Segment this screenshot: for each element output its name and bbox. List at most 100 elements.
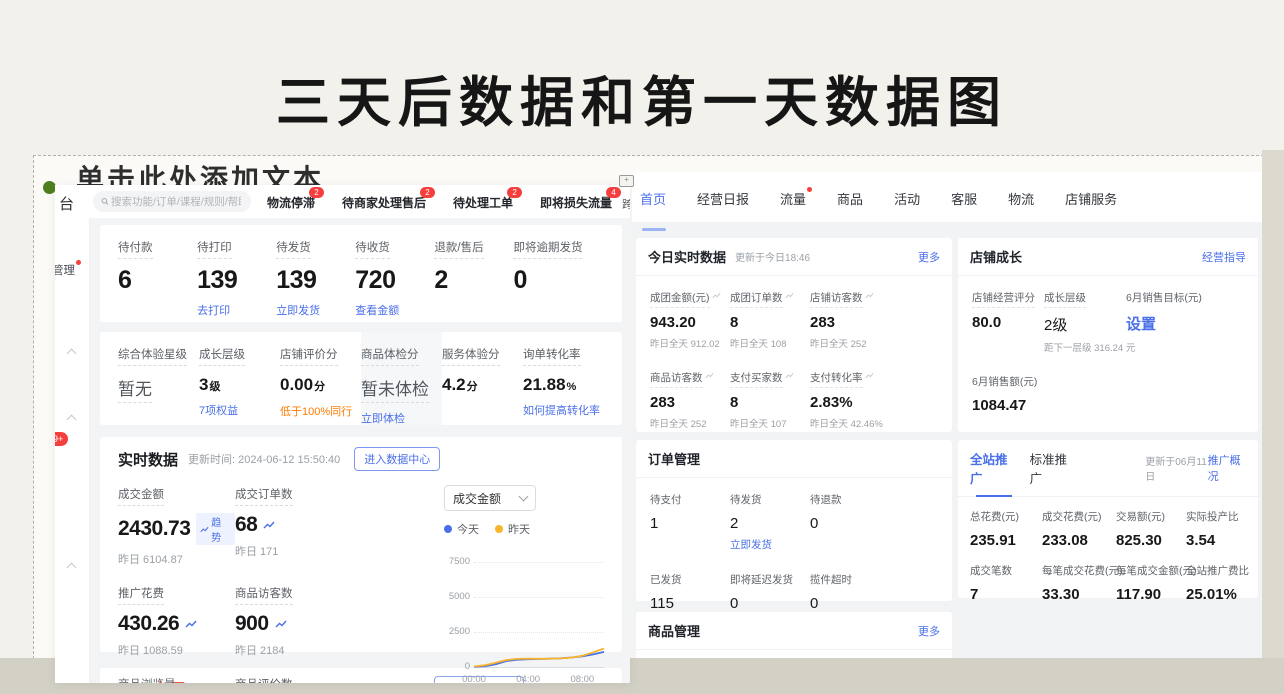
view-amount-link[interactable]: 查看金额 [355, 302, 434, 318]
trend-icon [785, 371, 794, 380]
tab-sitewide-promo[interactable]: 全站推广 [970, 449, 1014, 487]
metric-visitors: 商品访客数 900 昨日 2184 [235, 584, 352, 658]
legend-dot [444, 525, 452, 533]
go-print-link[interactable]: 去打印 [197, 302, 276, 318]
set-target-link[interactable]: 设置 [1126, 313, 1204, 334]
todo-col: 待打印139去打印 [197, 238, 276, 309]
more-link[interactable]: 更多 [918, 249, 940, 265]
metric-shop-visitors: 店铺访客数283昨日全天 252 [810, 288, 890, 350]
tab-home[interactable]: 首页 [640, 189, 666, 222]
trend-icon[interactable] [185, 618, 197, 630]
trend-icon [865, 371, 874, 380]
nav-losing-traffic[interactable]: 即将损失流量4 [540, 194, 612, 211]
sidebar-count-badge[interactable]: 9+ [55, 432, 68, 446]
metric-transaction-amount: 交易额(元)825.30 [1116, 507, 1186, 549]
score-col: 询单转化率21.88%如何提高转化率 [523, 345, 604, 412]
realtime-updated: 更新时间: 2024-06-12 15:50:40 [188, 451, 340, 467]
tab-shop-services[interactable]: 店铺服务 [1065, 189, 1117, 222]
search-icon [101, 196, 109, 207]
below-peers-link[interactable]: 低于100%同行 [280, 403, 361, 419]
todo-value: 139 [197, 266, 276, 295]
tab-activity[interactable]: 活动 [894, 189, 920, 222]
shop-score-card: 综合体验星级暂无 成长层级3级7项权益 店铺评价分0.00分低于100%同行 商… [100, 332, 622, 425]
nav-logistics-stalled[interactable]: 物流停滞2 [267, 194, 315, 211]
sidebar-item-partial[interactable]: 管理 [55, 262, 75, 278]
todo-value: 720 [355, 266, 434, 295]
improve-conversion-link[interactable]: 如何提高转化率 [523, 402, 604, 418]
brand-text-partial: 台 [59, 193, 74, 214]
legend-yesterday[interactable]: 昨天 [495, 521, 530, 537]
chevron-down-icon [519, 492, 529, 502]
promotion-card: 全站推广 标准推广 更新于06月11日 推广概况 总花费(元)235.91 成交… [958, 440, 1258, 598]
benefits-link[interactable]: 7项权益 [199, 402, 280, 418]
metric-promo-ratio: 全站推广费比25.01% [1186, 561, 1244, 603]
left-sidebar: 管理 9+ [55, 218, 90, 683]
todo-col: 待付款6 [118, 238, 197, 309]
window-control-icon: + [619, 175, 634, 187]
trend-icon[interactable] [275, 618, 287, 630]
notification-dot [807, 187, 812, 192]
metric-gmv: 成交金额 2430.73 趋势 昨日 6104.87 [118, 485, 235, 567]
metric-month-sales: 6月销售额(元)1084.47 [972, 372, 1032, 414]
todo-value: 2 [434, 266, 513, 295]
trend-icon [705, 371, 714, 380]
tab-goods[interactable]: 商品 [837, 189, 863, 222]
metric-awaiting-payment: 待支付1 [650, 490, 730, 552]
metric-ad-spend: 推广花费 430.26 昨日 1088.59 [118, 584, 235, 658]
todo-col: 即将逾期发货0 [513, 238, 604, 309]
chart-legend: 今天 昨天 [444, 521, 604, 537]
trend-icon[interactable] [263, 519, 275, 531]
tab-service[interactable]: 客服 [951, 189, 977, 222]
realtime-chart: 成交金额 今天 昨天 0250050007500 00:0004:0008:00 [444, 485, 604, 683]
metric-awaiting-shipment: 待发货2立即发货 [730, 490, 810, 552]
y-tick-label: 7500 [442, 556, 470, 567]
tab-traffic[interactable]: 流量 [780, 189, 806, 222]
chevron-up-icon[interactable] [67, 349, 77, 359]
metric-orders: 成交订单数 68 昨日 171 [235, 485, 352, 567]
trend-icon [865, 291, 874, 300]
nav-overflow-partial[interactable]: 跨境 [622, 196, 630, 212]
right-dashboard-screenshot: 首页 经营日报 流量 商品 活动 客服 物流 店铺服务 今日实时数据 更新于今日… [632, 172, 1262, 658]
todo-col: 待发货139立即发货 [276, 238, 355, 309]
todo-col: 退款/售后2 [434, 238, 513, 309]
search-input[interactable] [109, 195, 243, 209]
nav-pending-aftersales[interactable]: 待商家处理售后2 [342, 194, 426, 211]
goods-clipped-row: 在售中 已售数 已下架 [636, 650, 952, 658]
score-col: 店铺评价分0.00分低于100%同行 [280, 345, 361, 412]
score-col: 成长层级3级7项权益 [199, 345, 280, 412]
tab-logistics[interactable]: 物流 [1008, 189, 1034, 222]
score-value: 3级 [199, 375, 280, 395]
legend-today[interactable]: 今天 [444, 521, 479, 537]
chevron-up-icon[interactable] [67, 563, 77, 573]
score-col: 综合体验星级暂无 [118, 345, 199, 412]
left-topbar: 台 物流停滞2 待商家处理售后2 待处理工单2 即将损失流量4 未读站内信68 … [55, 185, 630, 218]
metric-paying-buyers: 支付买家数8昨日全天 107 [730, 368, 810, 430]
slide-canvas: 三天后数据和第一天数据图 单击此处添加文本 + 台 物流停滞2 待商家处理售后2… [0, 0, 1284, 694]
x-tick-label: 08:00 [570, 674, 594, 683]
search-box[interactable] [93, 191, 251, 212]
promo-overview-link[interactable]: 推广概况 [1208, 452, 1246, 484]
metric-reviews: 商品评价数 1 昨日 0 [235, 675, 352, 683]
x-axis-labels: 00:0004:0008:00 [474, 674, 604, 683]
nav-pending-tickets[interactable]: 待处理工单2 [453, 194, 513, 211]
line-chart-plot[interactable]: 0250050007500 [474, 543, 604, 671]
check-now-link[interactable]: 立即体检 [361, 410, 442, 426]
ship-now-link[interactable]: 立即发货 [730, 537, 810, 552]
tab-standard-promo[interactable]: 标准推广 [1030, 449, 1074, 487]
ship-now-link[interactable]: 立即发货 [276, 302, 355, 318]
score-value: 0.00分 [280, 375, 361, 395]
metric-awaiting-refund: 待退款0 [810, 490, 890, 552]
score-col-highlight: 商品体检分暂未体检立即体检 [361, 332, 442, 425]
chevron-up-icon[interactable] [67, 415, 77, 425]
metric-group-amount: 成团金额(元)943.20昨日全天 912.02 [650, 288, 730, 350]
trend-badge[interactable]: 趋势 [196, 513, 235, 545]
metric-shop-score: 店铺经营评分80.0 [972, 288, 1044, 354]
more-link[interactable]: 更多 [918, 623, 940, 639]
data-center-button[interactable]: 进入数据中心 [354, 447, 440, 471]
tab-daily-report[interactable]: 经营日报 [697, 189, 749, 222]
badge: 4 [606, 187, 621, 198]
metric-select-dropdown[interactable]: 成交金额 [444, 485, 536, 511]
business-guide-link[interactable]: 经营指导 [1202, 249, 1246, 265]
legend-dot [495, 525, 503, 533]
trend-icon [785, 291, 794, 300]
